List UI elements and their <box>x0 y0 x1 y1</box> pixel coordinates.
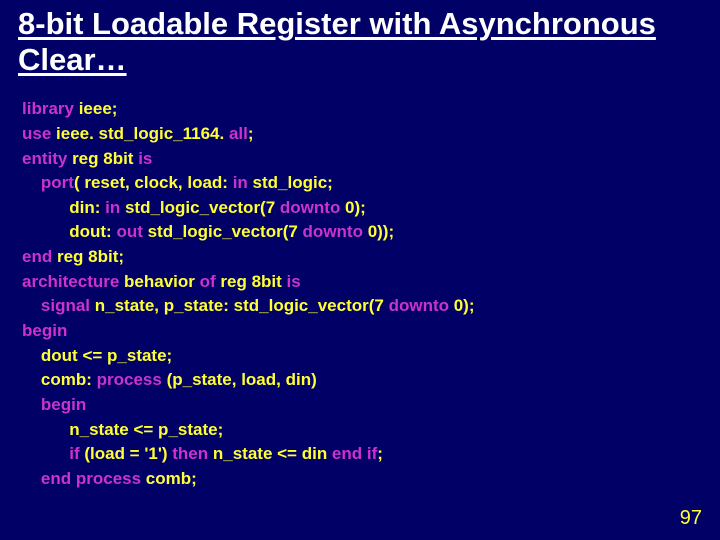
kw-end: end <box>332 444 362 463</box>
page-number: 97 <box>680 507 702 530</box>
code-line: architecture behavior of reg 8bit is <box>22 270 720 295</box>
kw-is: is <box>138 149 152 168</box>
indent <box>22 346 41 365</box>
kw-library: library <box>22 99 74 118</box>
kw-use: use <box>22 124 51 143</box>
code-text: dout: <box>69 222 116 241</box>
code-text: behavior <box>119 272 199 291</box>
kw-begin: begin <box>22 321 67 340</box>
code-text: n_state, p_state: std_logic_vector(7 <box>90 296 389 315</box>
code-text: comb: <box>41 370 97 389</box>
indent <box>22 198 69 217</box>
code-text: std_logic_vector(7 <box>143 222 303 241</box>
code-text: std_logic; <box>248 173 333 192</box>
code-line: entity reg 8bit is <box>22 147 720 172</box>
kw-end: end <box>22 247 52 266</box>
code-line: begin <box>22 393 720 418</box>
code-line: begin <box>22 319 720 344</box>
kw-out: out <box>116 222 142 241</box>
kw-begin: begin <box>41 395 86 414</box>
kw-downto: downto <box>303 222 363 241</box>
indent <box>22 173 41 192</box>
indent <box>22 444 69 463</box>
code-line: din: in std_logic_vector(7 downto 0); <box>22 196 720 221</box>
slide-title: 8-bit Loadable Register with Asynchronou… <box>0 0 720 79</box>
code-line: port( reset, clock, load: in std_logic; <box>22 171 720 196</box>
code-text: ; <box>377 444 383 463</box>
kw-all: all <box>229 124 248 143</box>
kw-entity: entity <box>22 149 67 168</box>
code-text: ieee. std_logic_1164. <box>51 124 229 143</box>
indent <box>22 222 69 241</box>
kw-in: in <box>105 198 120 217</box>
indent <box>22 395 41 414</box>
code-line: library ieee; <box>22 97 720 122</box>
code-line: end process comb; <box>22 467 720 492</box>
code-text: dout <= p_state; <box>41 346 172 365</box>
kw-if: if <box>69 444 79 463</box>
kw-architecture: architecture <box>22 272 119 291</box>
code-block: library ieee; use ieee. std_logic_1164. … <box>0 79 720 491</box>
code-line: comb: process (p_state, load, din) <box>22 368 720 393</box>
kw-if: if <box>367 444 377 463</box>
code-text: ; <box>248 124 254 143</box>
code-text: 0)); <box>363 222 394 241</box>
code-text: 0); <box>340 198 366 217</box>
code-line: signal n_state, p_state: std_logic_vecto… <box>22 294 720 319</box>
indent <box>22 420 69 439</box>
kw-of: of <box>200 272 216 291</box>
code-text: reg 8bit <box>216 272 287 291</box>
kw-then: then <box>172 444 208 463</box>
code-line: dout: out std_logic_vector(7 downto 0)); <box>22 220 720 245</box>
indent <box>22 469 41 488</box>
code-line: if (load = '1') then n_state <= din end … <box>22 442 720 467</box>
kw-is: is <box>287 272 301 291</box>
code-text: 0); <box>449 296 475 315</box>
kw-downto: downto <box>389 296 449 315</box>
code-text: reg 8bit <box>67 149 138 168</box>
code-line: dout <= p_state; <box>22 344 720 369</box>
kw-process: process <box>97 370 162 389</box>
kw-process: process <box>76 469 141 488</box>
code-text: n_state <= p_state; <box>69 420 223 439</box>
code-text: comb; <box>141 469 197 488</box>
indent <box>22 370 41 389</box>
kw-in: in <box>233 173 248 192</box>
code-line: end reg 8bit; <box>22 245 720 270</box>
code-text: reg 8bit; <box>52 247 124 266</box>
indent <box>22 296 41 315</box>
kw-signal: signal <box>41 296 90 315</box>
code-text: din: <box>69 198 105 217</box>
kw-downto: downto <box>280 198 340 217</box>
kw-end: end <box>41 469 71 488</box>
kw-port: port <box>41 173 74 192</box>
code-line: use ieee. std_logic_1164. all; <box>22 122 720 147</box>
code-text: ( reset, clock, load: <box>74 173 233 192</box>
code-text: n_state <= din <box>208 444 332 463</box>
code-text: ieee; <box>74 99 117 118</box>
code-line: n_state <= p_state; <box>22 418 720 443</box>
code-text: (p_state, load, din) <box>162 370 317 389</box>
code-text: std_logic_vector(7 <box>120 198 280 217</box>
code-text: (load = '1') <box>80 444 173 463</box>
